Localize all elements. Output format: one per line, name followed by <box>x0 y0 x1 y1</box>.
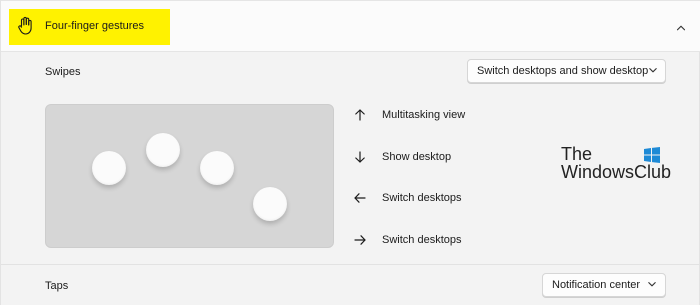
collapse-chevron-icon[interactable] <box>671 18 691 38</box>
swipes-label: Swipes <box>45 66 81 78</box>
chevron-down-icon <box>647 279 657 292</box>
gesture-label: Multitasking view <box>382 109 466 121</box>
gesture-row-down: Show desktop <box>353 147 451 167</box>
watermark-line1: The <box>561 144 593 164</box>
finger-dot <box>200 151 234 185</box>
gesture-label: Show desktop <box>382 151 452 163</box>
gesture-label: Switch desktops <box>382 192 462 204</box>
taps-dropdown[interactable]: Notification center <box>542 273 666 297</box>
watermark: The WindowsClub <box>561 145 671 185</box>
taps-dropdown-value: Notification center <box>552 279 641 291</box>
settings-panel: Four-finger gestures Swipes Switch deskt… <box>0 0 700 305</box>
section-header[interactable]: Four-finger gestures <box>1 0 700 52</box>
gesture-row-right: Switch desktops <box>353 230 461 250</box>
section-title: Four-finger gestures <box>45 20 145 32</box>
finger-dot <box>146 133 180 167</box>
touchpad-illustration <box>45 104 334 248</box>
arrow-down-icon <box>353 150 367 164</box>
gesture-row-left: Switch desktops <box>353 188 461 208</box>
gesture-row-up: Multitasking view <box>353 105 465 125</box>
chevron-down-icon <box>648 65 658 78</box>
arrow-up-icon <box>353 108 367 122</box>
finger-dot <box>92 151 126 185</box>
arrow-left-icon <box>353 191 367 205</box>
swipes-dropdown-value: Switch desktops and show desktop <box>477 65 649 77</box>
gesture-label: Switch desktops <box>382 234 462 246</box>
finger-dot <box>253 187 287 221</box>
swipes-dropdown[interactable]: Switch desktops and show desktop <box>467 59 666 83</box>
hand-icon <box>17 16 35 36</box>
taps-label: Taps <box>45 280 69 292</box>
arrow-right-icon <box>353 233 367 247</box>
watermark-line2: WindowsClub <box>561 162 672 182</box>
divider <box>1 264 700 265</box>
windows-logo-icon <box>643 146 661 164</box>
